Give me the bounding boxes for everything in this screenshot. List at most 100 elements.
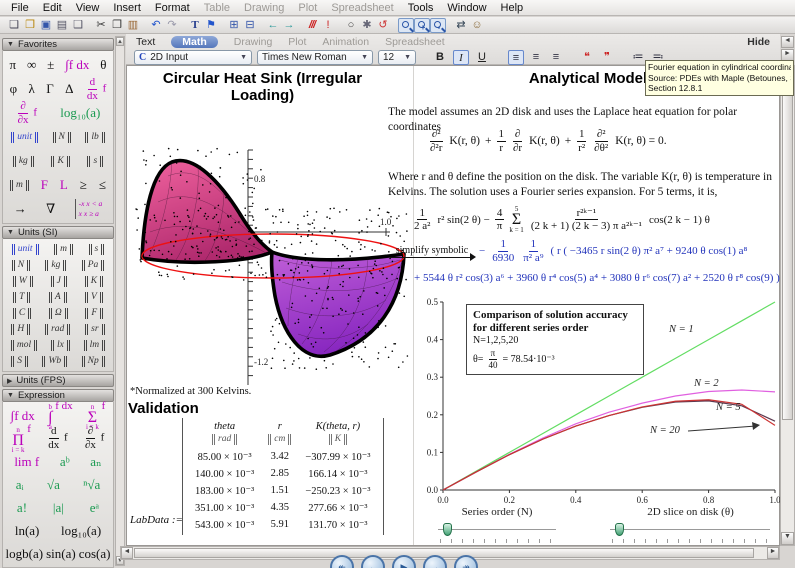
palette-symbol[interactable]: aᵇ	[60, 454, 70, 470]
unit-F[interactable]: F	[85, 308, 103, 319]
bullet-list-icon[interactable]: ≔	[630, 50, 646, 65]
unit-unit[interactable]: unit	[12, 244, 39, 255]
palette-symbol[interactable]: eᵃ	[90, 500, 99, 516]
unit-kg[interactable]: kg	[13, 156, 34, 167]
frac-template[interactable]: ∂∂x f	[16, 100, 37, 126]
unit-unit[interactable]: unit	[11, 132, 38, 143]
unit-N[interactable]: N	[53, 132, 71, 143]
palette-symbol[interactable]: ∇	[46, 201, 55, 217]
vertical-scrollbar[interactable]: ▲ ▼	[780, 65, 795, 546]
palette-symbol[interactable]: λ	[29, 81, 35, 97]
palette-symbol[interactable]: θ	[100, 57, 106, 73]
unit-mol[interactable]: mol	[11, 340, 37, 351]
palette-symbol[interactable]: aᵢ	[16, 477, 24, 493]
font-dropdown[interactable]: Times New Roman ▼	[257, 50, 373, 65]
palette-symbol[interactable]: ±	[47, 57, 54, 73]
print-preview-icon[interactable]: ❑	[70, 18, 86, 33]
copy-icon[interactable]: ❐	[109, 18, 125, 33]
inline-evaluation-icon[interactable]: ❝	[579, 50, 595, 65]
tab-text[interactable]: Text	[136, 36, 155, 48]
palette-symbol[interactable]: π	[9, 57, 16, 73]
restart-icon[interactable]: ↺	[375, 18, 391, 33]
play-icon[interactable]: ▶	[392, 555, 416, 568]
style-dropdown[interactable]: C 2D Input ▼	[134, 50, 252, 65]
unit-A[interactable]: A	[49, 292, 67, 303]
tab-math[interactable]: Math	[171, 36, 218, 48]
back-icon[interactable]: ←	[265, 18, 281, 33]
table-row[interactable]: 85.00 × 10⁻³3.42−307.99 × 10⁻³	[188, 448, 378, 465]
fourier-series-equation[interactable]: 12 a² r² sin(2 θ) − 4π 5Σk = 1 r²ᵏ⁻¹(2 k…	[412, 206, 710, 234]
font-size-dropdown[interactable]: 12 ▼	[378, 50, 416, 65]
laplace-equation[interactable]: ∂²∂²r K(r, θ)+ 1r ∂∂r K(r, θ)+ 1r² ∂²∂θ²…	[428, 128, 667, 154]
undo-icon[interactable]: ↶	[148, 18, 164, 33]
unit-W[interactable]: W	[13, 276, 33, 287]
scroll-down-icon[interactable]: ▼	[781, 532, 794, 545]
scroll-left-icon[interactable]: ◄	[121, 547, 133, 559]
unit-m[interactable]: m	[54, 244, 73, 255]
menu-format[interactable]: Format	[148, 1, 197, 15]
italic-button[interactable]: I	[453, 50, 469, 65]
palette-symbol[interactable]: ∫f dx	[65, 57, 89, 73]
redo-icon[interactable]: ↷	[164, 18, 180, 33]
slider-track[interactable]	[438, 529, 556, 531]
unit-H[interactable]: H	[11, 324, 30, 335]
scrollbar-thumb[interactable]	[782, 80, 793, 420]
labdata-matrix[interactable]: thetarK(theta, r)radcmK85.00 × 10⁻³3.42−…	[182, 418, 384, 535]
palette-symbol[interactable]: a!	[17, 500, 27, 516]
print-icon[interactable]: ▤	[54, 18, 70, 33]
first-page-icon[interactable]: ↞	[330, 555, 354, 568]
palette-symbol[interactable]: Δ	[65, 81, 73, 97]
table-row[interactable]: 351.00 × 10⁻³4.35277.66 × 10⁻³	[188, 499, 378, 516]
unit-Np[interactable]: Np	[82, 356, 105, 367]
slider-track[interactable]	[610, 529, 770, 531]
piecewise-template[interactable]: -x x < ax x ≥ a	[75, 199, 103, 219]
split-table-icon[interactable]: ⊟	[242, 18, 258, 33]
palette-symbol[interactable]: ∫f dx	[11, 408, 35, 424]
settings-gear-icon[interactable]: ✱	[359, 18, 375, 33]
bold-button[interactable]: B	[432, 50, 448, 65]
palette-symbol[interactable]: F	[41, 177, 48, 193]
toggle-panes-icon[interactable]: ⇄	[453, 18, 469, 33]
palette-symbol[interactable]: L	[60, 177, 68, 193]
palette-symbol[interactable]: sin(a)	[46, 546, 76, 562]
unit-K[interactable]: K	[51, 156, 69, 167]
menu-help[interactable]: Help	[494, 1, 531, 15]
table-row[interactable]: 543.00 × 10⁻³5.91131.70 × 10⁻³	[188, 516, 378, 533]
unit-kg[interactable]: kg	[45, 260, 66, 271]
palette-symbol[interactable]: log₁₀(a)	[60, 105, 100, 121]
simplify-result-equation[interactable]: simplify symbolic − 16930 1π² a⁹ ( r ( −…	[390, 238, 747, 264]
palette-symbol[interactable]: aₙ	[90, 454, 101, 470]
text-region-icon[interactable]: T	[187, 18, 203, 33]
save-icon[interactable]: ▣	[38, 18, 54, 33]
palette-symbol[interactable]: lim f	[14, 454, 39, 470]
previous-page-icon[interactable]: ←	[361, 555, 385, 568]
unit-s[interactable]: s	[89, 244, 105, 255]
slider-thumb[interactable]	[615, 523, 624, 536]
frac-template[interactable]: ∂∂x f	[83, 425, 104, 451]
palette-header-units-fps-[interactable]: ▶Units (FPS)	[2, 374, 114, 387]
last-page-icon[interactable]: ↠	[454, 555, 478, 568]
align-right-icon[interactable]: ≡	[548, 50, 564, 65]
palette-symbol[interactable]: Γ	[46, 81, 54, 97]
unit-N[interactable]: N	[12, 260, 30, 271]
unit-T[interactable]: T	[13, 292, 30, 303]
theta-slider[interactable]	[610, 522, 770, 544]
align-left-icon[interactable]: ≡	[508, 50, 524, 65]
menu-tools[interactable]: Tools	[401, 1, 441, 15]
unit-s[interactable]: s	[87, 156, 103, 167]
table-row[interactable]: 183.00 × 10⁻³1.51−250.23 × 10⁻³	[188, 482, 378, 499]
section-flag-icon[interactable]: ⚑	[203, 18, 219, 33]
unit-lb[interactable]: lb	[85, 132, 104, 143]
unit-m[interactable]: m	[10, 180, 29, 191]
palette-symbol[interactable]: logb(a)	[6, 546, 44, 562]
unit-K[interactable]: K	[85, 276, 103, 287]
scroll-right-icon[interactable]: ►	[767, 547, 779, 559]
zoom-region-icon[interactable]	[398, 18, 414, 33]
unit-J[interactable]: J	[51, 276, 67, 287]
forward-icon[interactable]: →	[281, 18, 297, 33]
menu-window[interactable]: Window	[440, 1, 493, 15]
series-order-slider[interactable]	[438, 522, 556, 544]
palette-header-units-si-[interactable]: ▼Units (SI)	[2, 226, 114, 239]
unit-lx[interactable]: lx	[51, 340, 70, 351]
palette-symbol[interactable]: |a|	[53, 500, 64, 516]
